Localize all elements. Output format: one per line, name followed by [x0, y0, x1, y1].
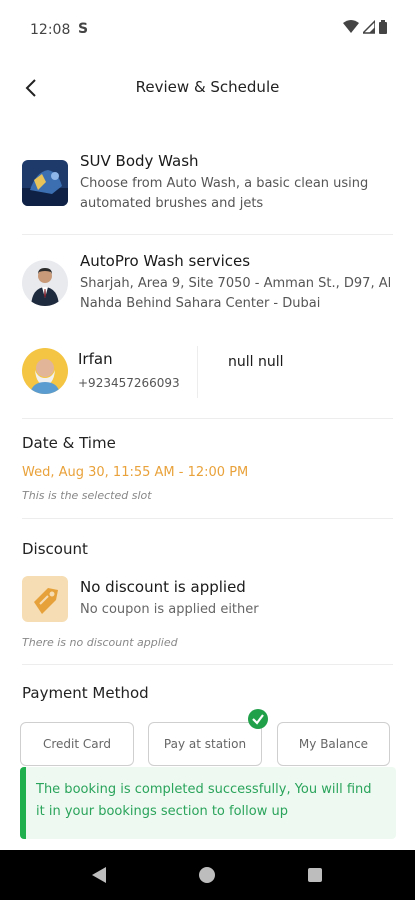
divider — [22, 664, 393, 665]
success-toast: The booking is completed successfully, Y… — [20, 767, 396, 839]
customer-avatar — [22, 348, 68, 394]
status-bar: 12:08 S — [0, 0, 415, 60]
divider — [22, 418, 393, 419]
service-title: SUV Body Wash — [80, 152, 199, 170]
vertical-divider — [197, 346, 198, 398]
selected-slot[interactable]: Wed, Aug 30, 11:55 AM - 12:00 PM — [22, 465, 248, 480]
home-nav-icon[interactable] — [198, 866, 216, 884]
battery-icon — [379, 20, 387, 34]
provider-address: Sharjah, Area 9, Site 7050 - Amman St., … — [80, 276, 392, 311]
back-nav-icon[interactable] — [90, 866, 108, 884]
service-image — [22, 160, 68, 206]
status-s-icon: S — [78, 21, 89, 37]
coupon-status: No coupon is applied either — [80, 602, 259, 617]
divider — [22, 234, 393, 235]
service-description: Choose from Auto Wash, a basic clean usi… — [80, 176, 369, 211]
check-icon — [248, 709, 268, 729]
customer-secondary: null null — [228, 354, 284, 370]
toast-message: The booking is completed successfully, Y… — [36, 782, 372, 819]
service-row: SUV Body Wash Choose from Auto Wash, a b… — [22, 152, 393, 216]
customer-row: Irfan +923457266093 null null — [22, 346, 393, 398]
slot-note: This is the selected slot — [22, 489, 152, 502]
provider-name: AutoPro Wash services — [80, 252, 251, 270]
toast-accent-bar — [20, 767, 26, 839]
date-time-title: Date & Time — [22, 434, 116, 452]
customer-phone: +923457266093 — [78, 376, 180, 390]
coupon-tag-icon — [34, 588, 58, 614]
status-icons — [343, 20, 387, 34]
payment-pay-at-station[interactable]: Pay at station — [148, 722, 262, 766]
page-title: Review & Schedule — [135, 78, 280, 96]
payment-credit-card[interactable]: Credit Card — [20, 722, 134, 766]
discount-icon-box — [22, 576, 68, 622]
provider-row: AutoPro Wash services Sharjah, Area 9, S… — [22, 252, 393, 318]
payment-my-balance[interactable]: My Balance — [277, 722, 390, 766]
system-nav-bar — [0, 850, 415, 900]
provider-avatar — [22, 260, 68, 306]
app-header: Review & Schedule — [0, 60, 415, 116]
discount-title: Discount — [22, 540, 88, 558]
discount-note: There is no discount applied — [22, 636, 178, 649]
divider — [22, 518, 393, 519]
payment-method-title: Payment Method — [22, 684, 149, 702]
customer-name: Irfan — [78, 350, 113, 368]
wifi-icon — [343, 20, 359, 33]
discount-status: No discount is applied — [80, 578, 246, 596]
recents-nav-icon[interactable] — [307, 867, 323, 883]
status-time: 12:08 — [30, 22, 71, 38]
signal-icon — [363, 20, 375, 34]
